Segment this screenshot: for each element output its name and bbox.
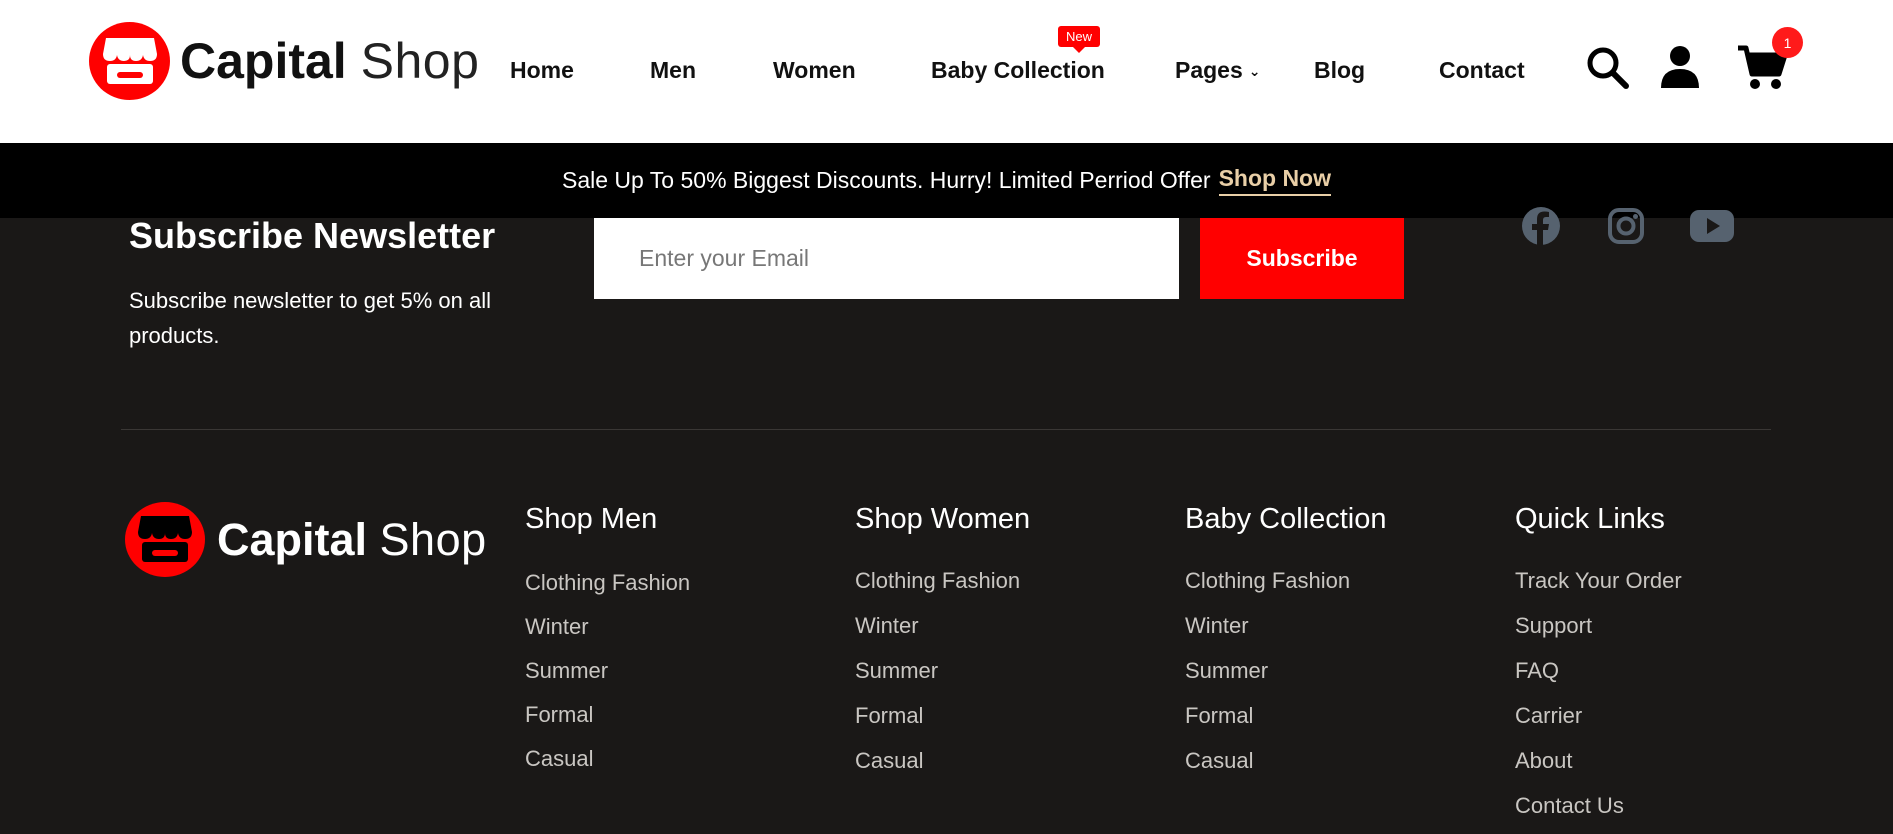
footer-brand-name: Capital Shop (217, 517, 487, 562)
shop-now-link[interactable]: Shop Now (1218, 165, 1331, 196)
footer-link[interactable]: Formal (1185, 703, 1387, 729)
youtube-icon[interactable] (1688, 206, 1736, 246)
shop-icon (89, 22, 170, 100)
footer-link[interactable]: Support (1515, 613, 1682, 639)
instagram-icon[interactable] (1603, 206, 1649, 246)
footer-link[interactable]: Clothing Fashion (855, 568, 1030, 594)
footer-column-quick-links: Quick Links Track Your Order Support FAQ… (1515, 503, 1682, 819)
footer-link[interactable]: Casual (1185, 748, 1387, 774)
footer-link[interactable]: Winter (525, 614, 690, 640)
nav-item-blog[interactable]: Blog (1314, 57, 1365, 84)
footer-column-baby-collection: Baby Collection Clothing Fashion Winter … (1185, 503, 1387, 774)
footer-brand-name-bold: Capital (217, 514, 368, 565)
subscribe-button[interactable]: Subscribe (1200, 218, 1404, 299)
nav-item-pages-label: Pages (1175, 57, 1243, 83)
footer-link[interactable]: Winter (855, 613, 1030, 639)
footer-divider (121, 429, 1771, 430)
nav-item-contact[interactable]: Contact (1439, 57, 1525, 84)
footer-link[interactable]: Clothing Fashion (525, 570, 690, 596)
newsletter-description: Subscribe newsletter to get 5% on all pr… (129, 288, 491, 348)
brand-logo[interactable]: Capital Shop (89, 22, 479, 100)
footer-link[interactable]: Formal (855, 703, 1030, 729)
footer-link[interactable]: Formal (525, 702, 690, 728)
brand-name: Capital Shop (180, 36, 479, 86)
footer-column-title: Quick Links (1515, 503, 1665, 535)
footer-column-title: Shop Men (525, 503, 658, 535)
shop-icon (125, 502, 205, 577)
email-field[interactable] (594, 218, 1179, 299)
nav-item-home[interactable]: Home (510, 57, 574, 84)
footer-column-title: Shop Women (855, 503, 1031, 535)
search-icon[interactable] (1584, 44, 1630, 90)
footer-brand-name-light: Shop (379, 514, 487, 565)
nav-item-baby-collection[interactable]: Baby Collection (931, 57, 1105, 84)
brand-name-bold: Capital (180, 33, 347, 89)
promo-text: Sale Up To 50% Biggest Discounts. Hurry!… (562, 167, 1211, 193)
footer-link[interactable]: FAQ (1515, 658, 1682, 684)
brand-name-light: Shop (360, 33, 480, 89)
footer-link[interactable]: Carrier (1515, 703, 1682, 729)
footer-link[interactable]: Track Your Order (1515, 568, 1682, 594)
footer-link[interactable]: Summer (525, 658, 690, 684)
footer-brand-logo[interactable]: Capital Shop (125, 502, 487, 577)
nav-item-women[interactable]: Women (773, 57, 856, 84)
footer-link[interactable]: About (1515, 748, 1682, 774)
footer-link[interactable]: Clothing Fashion (1185, 568, 1387, 594)
nav-item-pages[interactable]: Pages ⌄ (1175, 57, 1261, 84)
footer-link[interactable]: Summer (1185, 658, 1387, 684)
footer-link[interactable]: Casual (855, 748, 1030, 774)
cart-count-badge: 1 (1772, 27, 1803, 58)
site-header: Capital Shop Home Men Women Baby Collect… (0, 0, 1893, 143)
footer-link[interactable]: Casual (525, 746, 690, 772)
footer-link[interactable]: Contact Us (1515, 793, 1682, 819)
chevron-down-icon: ⌄ (1248, 63, 1261, 80)
facebook-icon[interactable] (1518, 206, 1564, 246)
footer-column-title: Baby Collection (1185, 503, 1387, 535)
footer-link[interactable]: Summer (855, 658, 1030, 684)
user-icon[interactable] (1657, 44, 1703, 90)
newsletter-title: Subscribe Newsletter (129, 215, 496, 256)
new-badge: New (1058, 26, 1101, 53)
nav-item-men[interactable]: Men (650, 57, 696, 84)
footer-column-shop-men: Shop Men Clothing Fashion Winter Summer … (525, 503, 690, 772)
footer-link[interactable]: Winter (1185, 613, 1387, 639)
footer-column-shop-women: Shop Women Clothing Fashion Winter Summe… (855, 503, 1030, 774)
